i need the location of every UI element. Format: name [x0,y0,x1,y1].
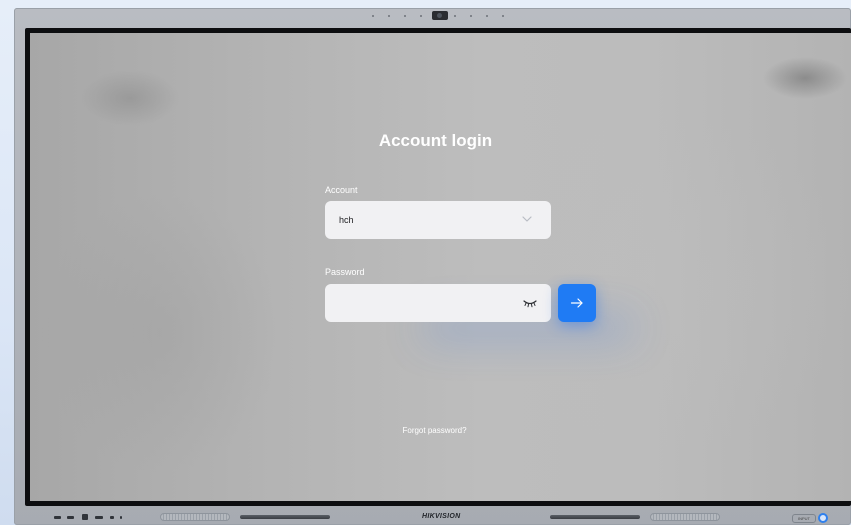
right-stylus-pen [550,515,640,519]
input-source-button[interactable]: INPUT [792,514,816,523]
indicator-dot [502,15,504,17]
login-submit-button[interactable] [558,284,596,322]
indicator-dot [470,15,472,17]
screen-bezel: Account login Account hch Password Forgo… [25,28,851,506]
forgot-password-link[interactable]: Forgot password? [30,426,845,435]
usb-port [67,516,74,519]
indicator-dot [420,15,422,17]
account-label: Account [325,185,358,195]
usb-port [54,516,61,519]
brand-logo: HIKVISION [422,513,461,520]
indicator-dot [372,15,374,17]
left-speaker-grille [160,513,230,521]
right-speaker-grille [650,513,720,521]
monitor-bottom-strip: HIKVISION INPUT [14,506,851,525]
arrow-right-icon [570,298,583,308]
monitor-top-bar [14,8,851,26]
audio-port [120,516,122,519]
indicator-dot [404,15,406,17]
account-value: hch [339,215,354,225]
account-select[interactable]: hch [325,201,551,239]
usb-port [95,516,103,519]
display-monitor: Account login Account hch Password Forgo… [14,8,851,525]
indicator-dot [454,15,456,17]
indicator-dot [486,15,488,17]
hdmi-port [82,514,88,520]
eye-closed-icon[interactable] [523,297,537,309]
chevron-down-icon[interactable] [521,213,533,225]
left-stylus-pen [240,515,330,519]
password-field[interactable] [325,284,551,322]
login-screen: Account login Account hch Password Forgo… [30,33,851,501]
page-title: Account login [378,131,493,150]
indicator-dot [388,15,390,17]
password-label: Password [325,267,365,277]
power-button-icon[interactable] [818,513,828,523]
audio-port [110,516,114,519]
camera-icon [432,11,448,20]
